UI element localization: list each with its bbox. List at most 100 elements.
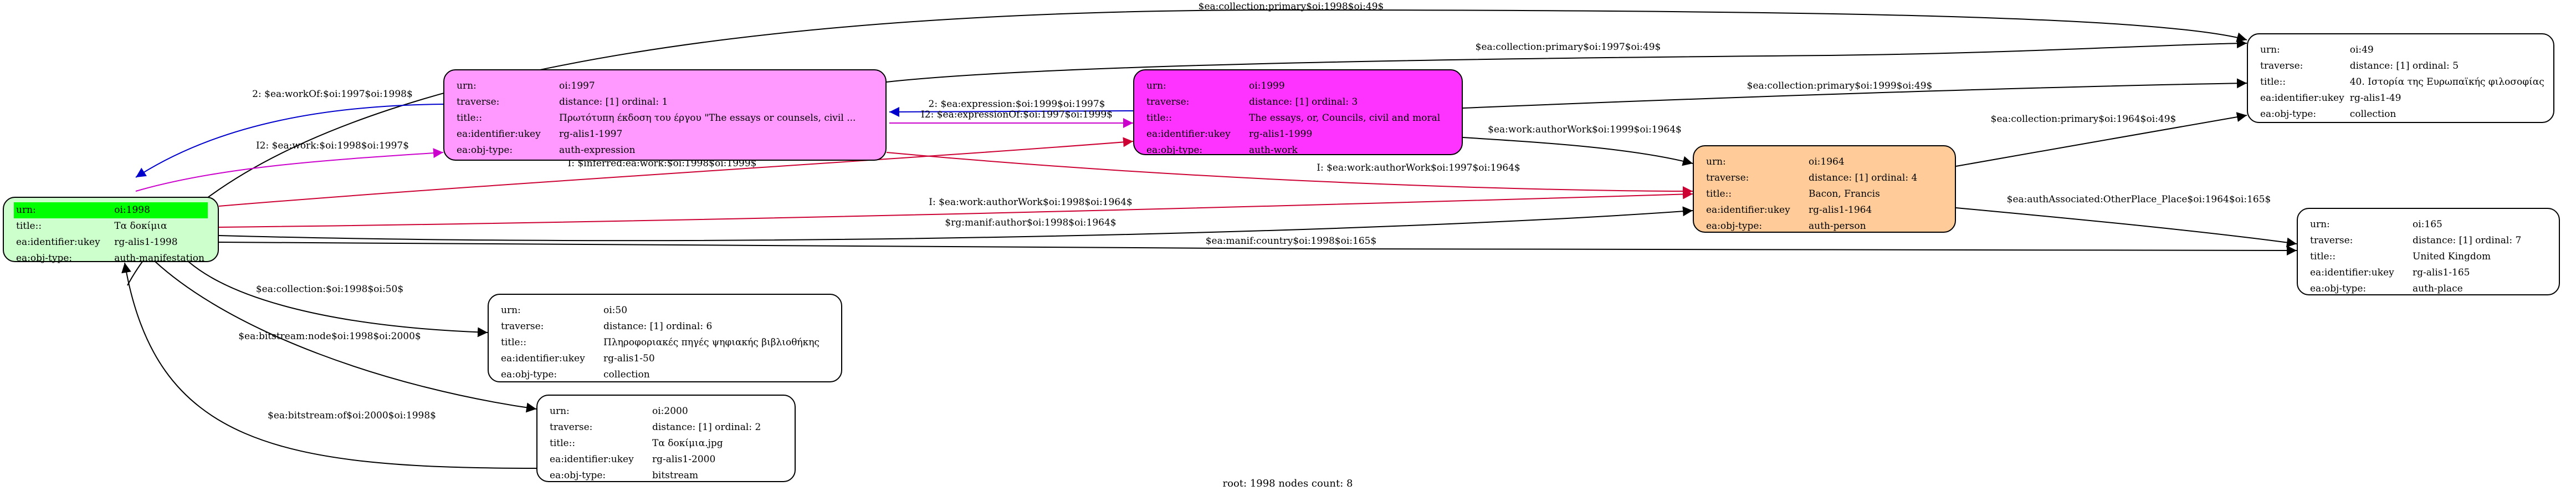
- field-value: rg-alis1-1998: [114, 237, 178, 248]
- field-key: ea:identifier:ukey: [1706, 204, 1790, 216]
- field-key: title::: [550, 438, 576, 449]
- node-table: urn: oi:1998 title:: Τα δοκίμια ea:identif…: [14, 202, 208, 267]
- field-value: auth-work: [1249, 145, 1298, 156]
- field-key: urn:: [550, 406, 570, 417]
- field-key: traverse:: [2310, 235, 2353, 246]
- field-key: traverse:: [457, 96, 500, 108]
- field-key: title::: [1706, 188, 1732, 200]
- field-key: ea:identifier:ukey: [2260, 93, 2344, 104]
- node-table: urn: oi:2000 traverse: distance: [1] ordin…: [547, 403, 764, 484]
- field-value: rg-alis1-165: [2413, 267, 2470, 278]
- field-value: rg-alis1-50: [603, 353, 655, 364]
- node-2000[interactable]: urn: oi:2000 traverse: distance: [1] ordin…: [536, 395, 796, 482]
- node-table: urn: oi:50 traverse: distance: [1] ordinal…: [499, 303, 823, 383]
- field-key: ea:obj-type:: [16, 253, 73, 264]
- edge-label-workof: 2: $ea:workOf:$oi:1997$oi:1998$: [252, 89, 413, 100]
- node-1964[interactable]: urn: oi:1964 traverse: distance: [1] ordin…: [1693, 145, 1956, 233]
- field-value: 40. Ιστορία της Ευρωπαϊκής φιλοσοφίας: [2349, 76, 2544, 88]
- edge-label-otherplace: $ea:authAssociated:OtherPlace_Place$oi:1…: [2006, 194, 2271, 205]
- edge-label-collection-50: $ea:collection:$oi:1998$oi:50$: [255, 284, 404, 295]
- field-key: urn:: [2310, 219, 2330, 230]
- field-value: distance: [1] ordinal: 4: [1809, 172, 1918, 183]
- field-key: title::: [2310, 251, 2336, 262]
- edge-label-authorwork-1999: $ea:work:authorWork$oi:1999$oi:1964$: [1488, 124, 1682, 135]
- edge-label-authorwork-1998: I: $ea:work:authorWork$oi:1998$oi:1964$: [929, 197, 1133, 208]
- field-value: distance: [1] ordinal: 5: [2349, 60, 2459, 71]
- edge-label-work: I2: $ea:work:$oi:1998$oi:1997$: [255, 140, 409, 151]
- field-value: auth-person: [1809, 221, 1866, 232]
- field-key: ea:identifier:ukey: [2310, 267, 2394, 278]
- node-1997[interactable]: urn: oi:1997 traverse: distance: [1] ordin…: [443, 69, 887, 161]
- node-table: urn: oi:165 traverse: distance: [1] ordina…: [2308, 217, 2524, 297]
- node-table: urn: oi:1999 traverse: distance: [1] ordin…: [1144, 78, 1443, 158]
- field-value: Πληροφοριακές πηγές ψηφιακής βιβλιοθήκης: [603, 337, 820, 348]
- field-key: ea:identifier:ukey: [501, 353, 585, 364]
- field-value: oi:1998: [112, 202, 208, 218]
- field-key: urn:: [501, 305, 521, 316]
- field-key: ea:identifier:ukey: [1146, 129, 1231, 140]
- field-key: traverse:: [550, 422, 593, 433]
- field-value: collection: [603, 369, 650, 380]
- edge-1964-place-165: [1955, 207, 2297, 248]
- edge-1999-authorwork-1964: [1462, 137, 1693, 166]
- node-table: urn: oi:1997 traverse: distance: [1] ordin…: [454, 78, 859, 158]
- field-key: ea:obj-type:: [1706, 221, 1763, 232]
- node-50[interactable]: urn: oi:50 traverse: distance: [1] ordinal…: [488, 294, 842, 382]
- field-key: ea:obj-type:: [550, 470, 606, 481]
- field-key: ea:obj-type:: [457, 145, 513, 156]
- field-value: Τα δοκίμια.jpg: [652, 438, 723, 449]
- edge-label-bitstream-of: $ea:bitstream:of$oi:2000$oi:1998$: [268, 410, 436, 421]
- field-value: distance: [1] ordinal: 6: [603, 321, 713, 332]
- field-key: title::: [2260, 76, 2286, 88]
- field-value: distance: [1] ordinal: 1: [559, 96, 668, 108]
- graph-caption: root: 1998 nodes count: 8: [1222, 478, 1353, 489]
- field-value: oi:50: [603, 305, 628, 316]
- field-value: auth-place: [2413, 283, 2463, 294]
- field-value: rg-alis1-1964: [1809, 204, 1872, 216]
- field-value: bitstream: [652, 470, 699, 481]
- edge-label-expression: 2: $ea:expression:$oi:1999$oi:1997$: [928, 99, 1105, 110]
- field-key: ea:identifier:ukey: [16, 237, 100, 248]
- field-key: urn:: [2260, 44, 2280, 55]
- edge-label-1998-49: $ea:collection:primary$oi:1998$oi:49$: [1198, 1, 1384, 12]
- field-key: ea:obj-type:: [2310, 283, 2367, 294]
- field-key: traverse:: [501, 321, 544, 332]
- field-value: auth-manifestation: [114, 253, 204, 264]
- edge-label-1997-49: $ea:collection:primary$oi:1997$oi:49$: [1475, 42, 1661, 53]
- field-key: title::: [16, 221, 42, 232]
- field-key: ea:identifier:ukey: [457, 129, 541, 140]
- field-value: auth-expression: [559, 145, 636, 156]
- field-value: oi:1999: [1249, 80, 1285, 91]
- field-value: rg-alis1-1997: [559, 129, 623, 140]
- field-key: ea:obj-type:: [1146, 145, 1203, 156]
- field-value: rg-alis1-49: [2349, 93, 2401, 104]
- field-value: oi:1964: [1809, 156, 1845, 167]
- field-value: collection: [2349, 109, 2396, 120]
- field-value: distance: [1] ordinal: 7: [2413, 235, 2522, 246]
- field-value: oi:49: [2349, 44, 2374, 55]
- field-key: urn:: [14, 202, 112, 218]
- edge-1998-work-1997: [135, 148, 444, 192]
- field-value: Τα δοκίμια: [114, 221, 167, 232]
- field-key: ea:obj-type:: [2260, 109, 2317, 120]
- field-key: traverse:: [1706, 172, 1749, 183]
- edge-label-1999-49: $ea:collection:primary$oi:1999$oi:49$: [1747, 80, 1933, 91]
- edge-label-manifauthor: $rg:manif:author$oi:1998$oi:1964$: [945, 217, 1117, 228]
- field-value: The essays, or, Councils, civil and mora…: [1249, 113, 1441, 124]
- node-root-1998[interactable]: urn: oi:1998 title:: Τα δοκίμια ea:identif…: [3, 197, 219, 264]
- field-value: United Kingdom: [2413, 251, 2491, 262]
- field-value: Πρωτότυπη έκδοση του έργου "The essays o…: [559, 113, 856, 124]
- edge-label-expressionof: I2: $ea:expressionOf:$oi:1997$oi:1999$: [921, 109, 1113, 120]
- node-1999[interactable]: urn: oi:1999 traverse: distance: [1] ordin…: [1133, 69, 1463, 158]
- field-value: distance: [1] ordinal: 3: [1249, 96, 1358, 108]
- node-165[interactable]: urn: oi:165 traverse: distance: [1] ordina…: [2297, 208, 2560, 295]
- node-49[interactable]: urn: oi:49 traverse: distance: [1] ordinal…: [2247, 33, 2554, 123]
- field-key: urn:: [1146, 80, 1166, 91]
- edge-label-bitstream-node: $ea:bitstream:node$oi:1998$oi:2000$: [238, 331, 421, 342]
- node-table: urn: oi:1964 traverse: distance: [1] ordin…: [1704, 154, 1921, 234]
- field-value: Bacon, Francis: [1809, 188, 1880, 200]
- edge-label-authorwork-1997: I: $ea:work:authorWork$oi:1997$oi:1964$: [1317, 162, 1520, 173]
- field-key: ea:obj-type:: [501, 369, 557, 380]
- field-value: oi:2000: [652, 406, 688, 417]
- field-value: rg-alis1-2000: [652, 454, 716, 465]
